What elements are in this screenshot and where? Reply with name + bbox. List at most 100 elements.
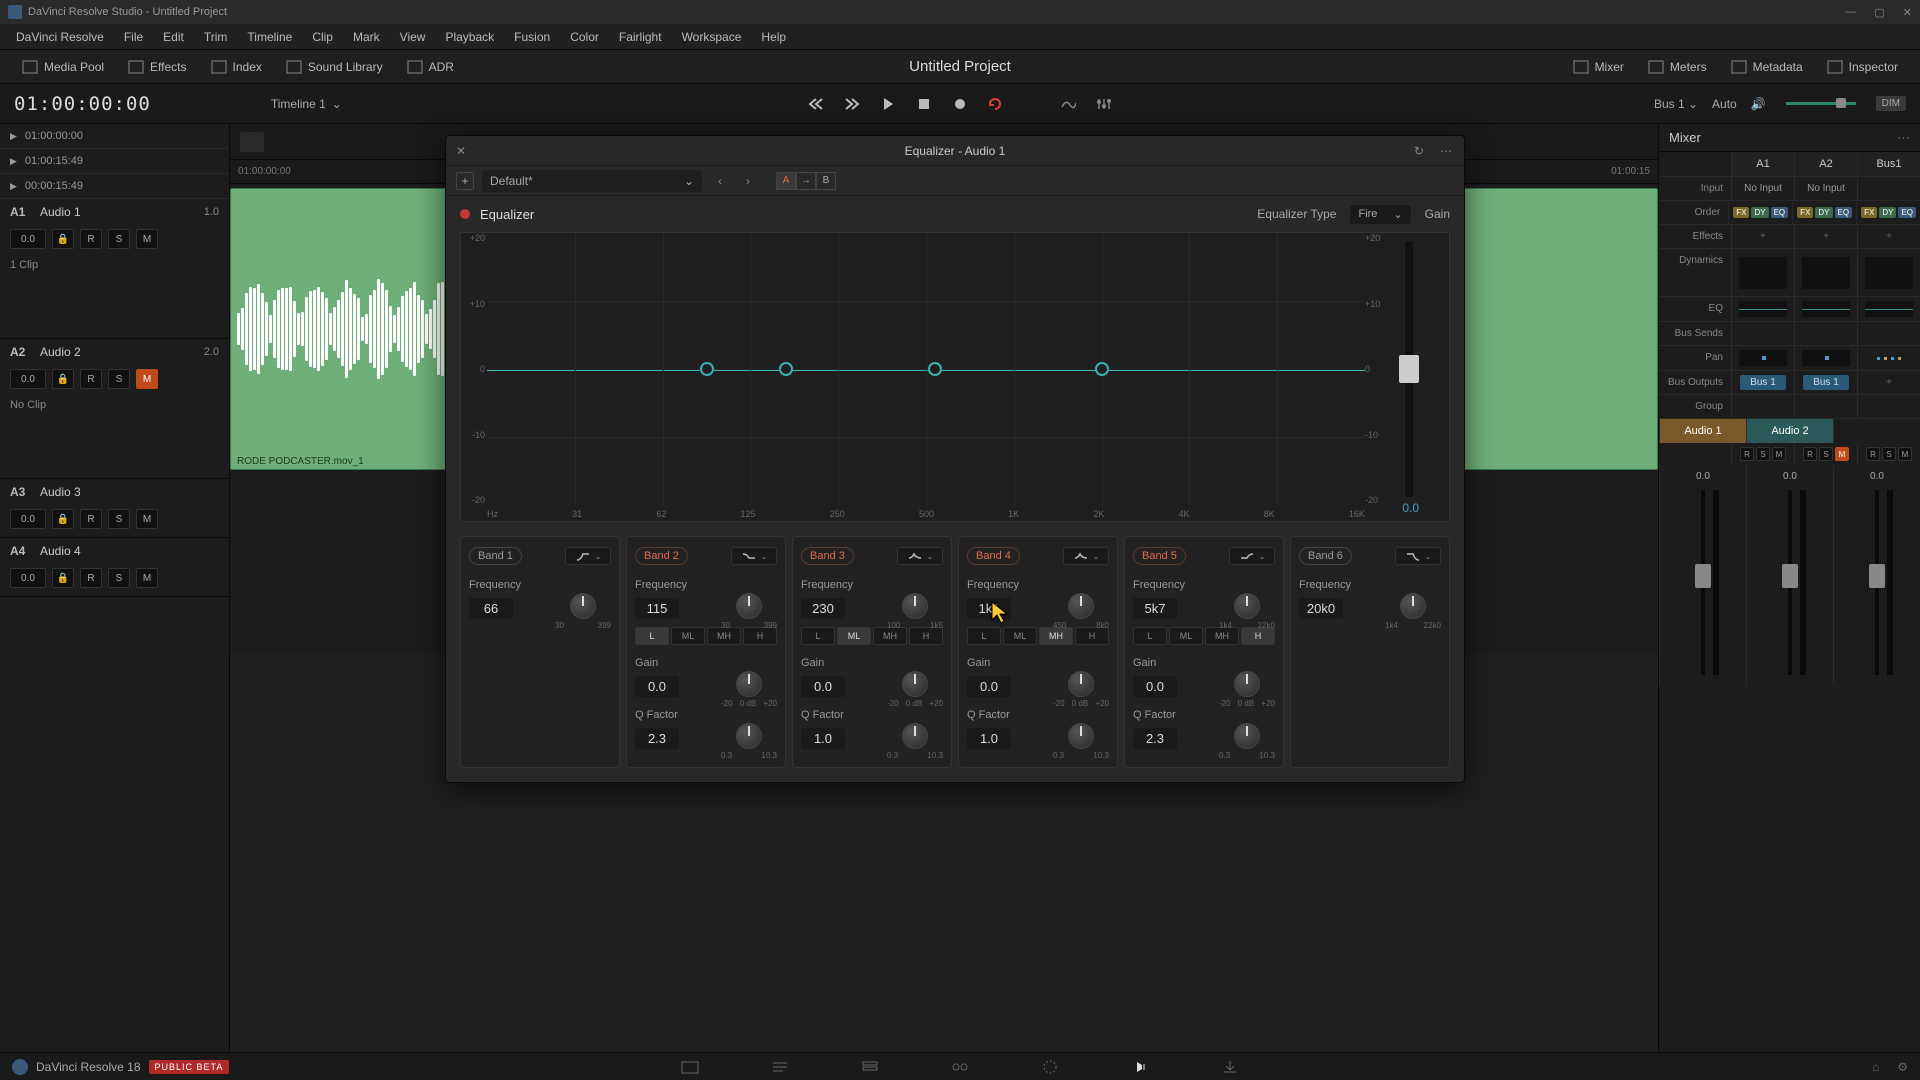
band-enable-toggle[interactable]: Band 6 xyxy=(1299,547,1352,565)
mx-bs-cell[interactable] xyxy=(1857,322,1920,345)
mixer-channel-name[interactable]: Audio 1 xyxy=(1659,419,1746,443)
eq-graph[interactable]: +20+100-10-20 +20+100-10-20 Hz3162125250… xyxy=(460,232,1450,522)
track-volume[interactable]: 0.0 xyxy=(10,568,46,588)
fader-value[interactable]: 0.0 xyxy=(1870,471,1884,482)
page-deliver-icon[interactable] xyxy=(1220,1057,1240,1077)
band-shape-select[interactable]: ⌄ xyxy=(731,547,777,565)
qfactor-knob[interactable] xyxy=(736,723,762,749)
master-gain-value[interactable]: 0.0 xyxy=(1402,501,1419,515)
fader-slider[interactable] xyxy=(1701,490,1705,675)
sound-library-button[interactable]: Sound Library xyxy=(274,59,395,75)
preset-select[interactable]: Default*⌄ xyxy=(482,170,702,192)
qfactor-knob[interactable] xyxy=(902,723,928,749)
window-maximize[interactable]: ▢ xyxy=(1874,6,1884,19)
mx-pan-cell[interactable] xyxy=(1794,346,1857,370)
page-edit-icon[interactable] xyxy=(860,1057,880,1077)
arm-button[interactable]: R xyxy=(80,509,102,529)
page-color-icon[interactable] xyxy=(1040,1057,1060,1077)
mx-eq-cell[interactable] xyxy=(1731,297,1794,321)
window-close[interactable]: ✕ xyxy=(1903,6,1912,19)
qfactor-knob[interactable] xyxy=(1234,723,1260,749)
band-shape-select[interactable]: ⌄ xyxy=(1395,547,1441,565)
bus-selector[interactable]: Bus 1 ⌄ xyxy=(1654,97,1698,111)
menu-view[interactable]: View xyxy=(390,30,436,44)
qfactor-value[interactable]: 2.3 xyxy=(635,728,679,749)
menu-file[interactable]: File xyxy=(114,30,153,44)
mx-arsm-cell[interactable]: RSM xyxy=(1857,443,1920,465)
mx-eq-cell[interactable] xyxy=(1857,297,1920,321)
arm-button[interactable]: R xyxy=(1803,447,1817,461)
arm-button[interactable]: R xyxy=(80,369,102,389)
band-shape-select[interactable]: ⌄ xyxy=(1063,547,1109,565)
band-enable-toggle[interactable]: Band 1 xyxy=(469,547,522,565)
mx-order-cell[interactable]: FXDYEQ xyxy=(1728,201,1792,224)
dim-button[interactable]: DIM xyxy=(1876,96,1906,111)
ab-a-button[interactable]: A xyxy=(776,172,796,190)
monitor-volume-slider[interactable] xyxy=(1786,102,1856,105)
frequency-value[interactable]: 1k1 xyxy=(967,598,1011,619)
window-minimize[interactable]: — xyxy=(1845,6,1856,19)
master-timecode[interactable]: 01:00:00:00 xyxy=(14,93,151,115)
ab-b-button[interactable]: B xyxy=(816,172,836,190)
add-preset-button[interactable]: + xyxy=(456,172,474,190)
next-button[interactable] xyxy=(842,94,862,114)
mx-input-cell[interactable] xyxy=(1857,177,1920,200)
mx-bo-cell[interactable]: Bus 1 xyxy=(1794,371,1857,394)
frequency-knob[interactable] xyxy=(1068,593,1094,619)
mx-bo-cell[interactable]: + xyxy=(1857,371,1920,394)
mixer-channel-header[interactable]: A2 xyxy=(1794,152,1857,176)
menu-timeline[interactable]: Timeline xyxy=(237,30,302,44)
track-volume[interactable]: 0.0 xyxy=(10,229,46,249)
qfactor-value[interactable]: 1.0 xyxy=(967,728,1011,749)
timecode-marker[interactable]: ▶00:00:15:49 xyxy=(0,174,229,199)
mx-pan-cell[interactable] xyxy=(1857,346,1920,370)
mx-arsm-cell[interactable]: RSM xyxy=(1731,443,1794,465)
eq-enable-toggle[interactable] xyxy=(460,209,470,219)
band-enable-toggle[interactable]: Band 4 xyxy=(967,547,1020,565)
mixer-button[interactable]: Mixer xyxy=(1561,59,1636,75)
mx-order-cell[interactable]: FXDYEQ xyxy=(1792,201,1856,224)
frequency-value[interactable]: 5k7 xyxy=(1133,598,1177,619)
mx-eq-cell[interactable] xyxy=(1794,297,1857,321)
home-icon[interactable]: ⌂ xyxy=(1872,1060,1879,1074)
page-fusion-icon[interactable] xyxy=(950,1057,970,1077)
frequency-knob[interactable] xyxy=(1234,593,1260,619)
mute-button[interactable]: M xyxy=(1898,447,1912,461)
menu-edit[interactable]: Edit xyxy=(153,30,194,44)
eq-node-5[interactable] xyxy=(1095,362,1109,376)
lock-icon[interactable]: 🔒 xyxy=(52,369,74,389)
preset-prev-button[interactable]: ‹ xyxy=(710,171,730,191)
menu-help[interactable]: Help xyxy=(751,30,796,44)
mx-bo-cell[interactable]: Bus 1 xyxy=(1731,371,1794,394)
solo-button[interactable]: S xyxy=(108,369,130,389)
gain-value[interactable]: 0.0 xyxy=(1133,676,1177,697)
lock-icon[interactable]: 🔒 xyxy=(52,568,74,588)
frequency-knob[interactable] xyxy=(1400,593,1426,619)
eq-titlebar[interactable]: ✕ Equalizer - Audio 1 ↻ ⋯ xyxy=(446,136,1464,166)
range-l-button[interactable]: L xyxy=(801,627,835,645)
track-volume[interactable]: 0.0 xyxy=(10,509,46,529)
solo-button[interactable]: S xyxy=(1756,447,1770,461)
sliders-icon[interactable] xyxy=(1094,94,1114,114)
mixer-channel-name[interactable]: Audio 2 xyxy=(1746,419,1833,443)
timeline-selector[interactable]: Timeline 1 ⌄ xyxy=(271,97,342,111)
mixer-channel-header[interactable]: Bus1 xyxy=(1857,152,1920,176)
preset-next-button[interactable]: › xyxy=(738,171,758,191)
mx-bs-cell[interactable] xyxy=(1731,322,1794,345)
track-header-a2[interactable]: A2Audio 22.00.0🔒RSMNo Clip xyxy=(0,339,229,479)
index-button[interactable]: Index xyxy=(199,59,274,75)
mx-fx-cell[interactable]: + xyxy=(1731,225,1794,248)
eq-node-4[interactable] xyxy=(928,362,942,376)
range-l-button[interactable]: L xyxy=(967,627,1001,645)
lock-icon[interactable]: 🔒 xyxy=(52,229,74,249)
close-icon[interactable]: ✕ xyxy=(456,144,466,158)
fader-value[interactable]: 0.0 xyxy=(1783,471,1797,482)
page-fairlight-icon[interactable] xyxy=(1130,1057,1150,1077)
project-settings-icon[interactable]: ⚙ xyxy=(1897,1060,1908,1074)
automation-mode-icon[interactable] xyxy=(1058,94,1078,114)
mx-fx-cell[interactable]: + xyxy=(1857,225,1920,248)
solo-button[interactable]: S xyxy=(108,509,130,529)
mute-button[interactable]: M xyxy=(1835,447,1849,461)
media-pool-button[interactable]: Media Pool xyxy=(10,59,116,75)
frequency-knob[interactable] xyxy=(570,593,596,619)
